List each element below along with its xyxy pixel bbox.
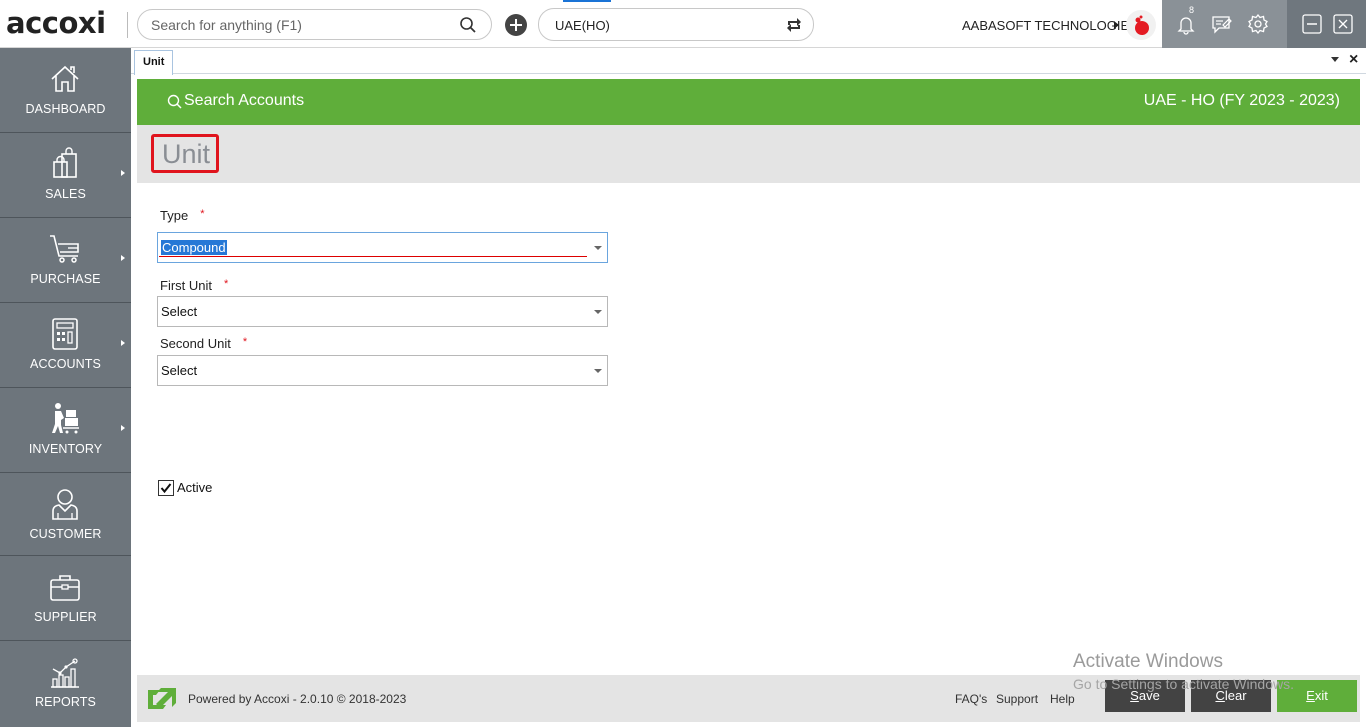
active-checkbox[interactable] xyxy=(158,480,174,496)
briefcase-icon xyxy=(50,575,80,601)
page-header-bar: Search Accounts UAE - HO (FY 2023 - 2023… xyxy=(137,79,1360,125)
second-unit-select[interactable]: Select xyxy=(157,355,608,386)
company-name[interactable]: AABASOFT TECHNOLOGIES xyxy=(962,18,1138,33)
chevron-down-icon[interactable] xyxy=(594,369,602,373)
active-label[interactable]: Active xyxy=(177,480,212,495)
top-bar: accoxi UAE(HO) AABASOFT TECHNOLOGIES 8 xyxy=(0,0,1366,48)
windows-activation-watermark-sub: Go to Settings to activate Windows. xyxy=(1073,676,1294,692)
loading-indicator xyxy=(563,0,611,2)
feedback-icon[interactable] xyxy=(1211,13,1233,35)
help-link[interactable]: Help xyxy=(1050,692,1075,706)
tab-list-dropdown-icon[interactable] xyxy=(1331,57,1339,62)
required-marker: * xyxy=(242,336,248,348)
search-icon xyxy=(167,94,182,109)
sidebar-label: ACCOUNTS xyxy=(30,357,101,371)
sidebar-item-purchase[interactable]: PURCHASE xyxy=(0,218,131,303)
chevron-down-icon[interactable] xyxy=(594,310,602,314)
sidebar: DASHBOARD SALES PURCHASE ACCOUNTS INVENT… xyxy=(0,48,131,727)
bell-icon[interactable] xyxy=(1175,13,1197,35)
second-unit-select-value: Select xyxy=(161,363,198,378)
notification-count: 8 xyxy=(1189,5,1195,15)
sidebar-label: INVENTORY xyxy=(28,442,103,456)
sidebar-item-dashboard[interactable]: DASHBOARD xyxy=(0,48,131,133)
checkmark-icon xyxy=(160,483,172,494)
exit-label: xit xyxy=(1314,688,1328,703)
faqs-link[interactable]: FAQ's xyxy=(955,692,987,706)
calculator-icon xyxy=(52,318,78,350)
required-marker: * xyxy=(200,208,205,220)
sidebar-item-sales[interactable]: SALES xyxy=(0,133,131,218)
global-search[interactable] xyxy=(137,9,492,40)
sidebar-label: DASHBOARD xyxy=(25,102,106,116)
sidebar-item-accounts[interactable]: ACCOUNTS xyxy=(0,303,131,388)
type-select[interactable]: Compound xyxy=(157,232,608,263)
search-icon[interactable] xyxy=(459,16,477,34)
branch-selector[interactable]: UAE(HO) xyxy=(538,8,814,41)
logo-divider xyxy=(127,12,128,38)
gear-icon[interactable] xyxy=(1247,13,1269,35)
top-icons-panel xyxy=(1162,0,1287,48)
shopping-bag-icon xyxy=(53,147,77,178)
submenu-arrow-icon xyxy=(121,170,125,176)
type-label-text: Type xyxy=(160,208,189,223)
search-accounts-label: Search Accounts xyxy=(184,92,305,109)
accoxi-logo: accoxi xyxy=(6,6,106,40)
first-unit-label-text: First Unit xyxy=(160,278,212,293)
chevron-down-icon[interactable] xyxy=(594,246,602,250)
sidebar-label: PURCHASE xyxy=(30,272,101,286)
window-controls xyxy=(1287,0,1366,48)
first-unit-select[interactable]: Select xyxy=(157,296,608,327)
global-search-input[interactable] xyxy=(151,16,451,34)
submenu-arrow-icon xyxy=(121,425,125,431)
type-label: Type * xyxy=(160,208,204,223)
home-icon xyxy=(51,65,79,92)
exit-accel: E xyxy=(1306,688,1315,703)
sidebar-item-reports[interactable]: REPORTS xyxy=(0,641,131,726)
type-select-value: Compound xyxy=(161,240,227,255)
tab-strip: Unit xyxy=(131,48,1366,75)
second-unit-label-text: Second Unit xyxy=(160,336,231,351)
spellcheck-underline xyxy=(159,256,587,257)
first-unit-select-value: Select xyxy=(161,304,198,319)
windows-activation-watermark: Activate Windows xyxy=(1073,651,1223,672)
company-avatar[interactable] xyxy=(1126,10,1156,40)
minimize-icon[interactable] xyxy=(1301,13,1323,35)
sidebar-label: SALES xyxy=(45,187,86,201)
sidebar-item-inventory[interactable]: INVENTORY xyxy=(0,388,131,473)
search-accounts-link[interactable]: Search Accounts xyxy=(167,92,304,110)
close-app-icon[interactable] xyxy=(1332,13,1354,35)
sidebar-label: REPORTS xyxy=(35,695,96,709)
refresh-icon[interactable] xyxy=(785,16,803,34)
inventory-worker-icon xyxy=(52,403,79,434)
submenu-arrow-icon xyxy=(121,340,125,346)
add-new-button[interactable] xyxy=(505,14,527,36)
powered-by-text: Powered by Accoxi - 2.0.10 © 2018-2023 xyxy=(188,692,407,706)
second-unit-label: Second Unit * xyxy=(160,336,247,351)
required-marker: * xyxy=(224,278,229,290)
title-bar: Unit xyxy=(137,125,1360,183)
caret-right-icon[interactable] xyxy=(1114,21,1119,29)
sidebar-label: SUPPLIER xyxy=(34,610,97,624)
fiscal-year-label: UAE - HO (FY 2023 - 2023) xyxy=(1143,92,1340,109)
close-tab-icon[interactable]: × xyxy=(1349,51,1358,69)
sidebar-item-customer[interactable]: CUSTOMER xyxy=(0,473,131,556)
chart-icon xyxy=(51,658,79,688)
first-unit-label: First Unit * xyxy=(160,278,228,293)
tab-unit[interactable]: Unit xyxy=(134,50,174,75)
submenu-arrow-icon xyxy=(121,255,125,261)
page-title: Unit xyxy=(151,134,220,173)
cart-icon xyxy=(50,235,79,263)
branch-name: UAE(HO) xyxy=(555,18,610,33)
user-icon xyxy=(52,489,78,520)
support-link[interactable]: Support xyxy=(996,692,1038,706)
accoxi-footer-logo xyxy=(148,688,176,709)
sidebar-item-supplier[interactable]: SUPPLIER xyxy=(0,556,131,641)
sidebar-label: CUSTOMER xyxy=(29,527,102,541)
